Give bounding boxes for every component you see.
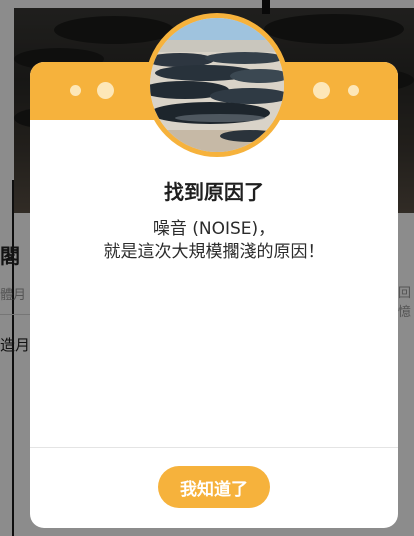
decor-dot-icon bbox=[348, 85, 359, 96]
dialog-message: 噪音 (NOISE)， 就是這次大規模擱淺的原因！ bbox=[30, 218, 398, 264]
decor-dot-icon bbox=[70, 85, 81, 96]
decor-dot-icon bbox=[97, 82, 114, 99]
dialog-message-line-1: 噪音 (NOISE)， bbox=[152, 219, 276, 239]
whale-stranding-image bbox=[145, 13, 289, 157]
dialog-message-line-2: 就是這次大規模擱淺的原因！ bbox=[103, 242, 325, 262]
result-dialog: 找到原因了 噪音 (NOISE)， 就是這次大規模擱淺的原因！ 我知道了 bbox=[30, 13, 398, 528]
dialog-divider bbox=[30, 447, 398, 448]
dialog-title: 找到原因了 bbox=[164, 180, 264, 204]
acknowledge-button[interactable]: 我知道了 bbox=[158, 466, 270, 508]
decor-dot-icon bbox=[313, 82, 330, 99]
